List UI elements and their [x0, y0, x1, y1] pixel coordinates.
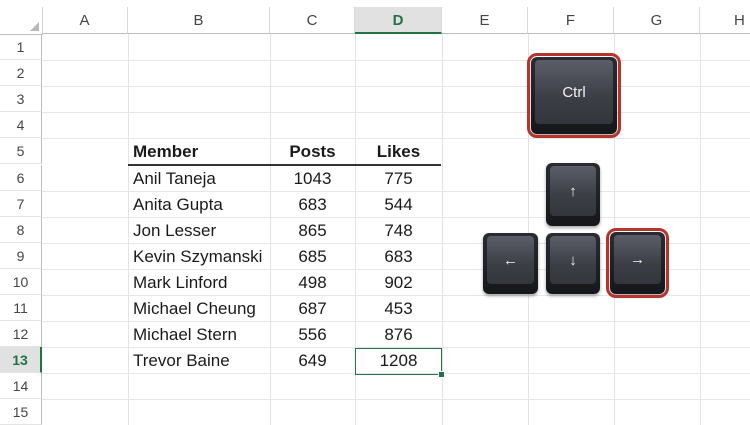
header-cell-likes[interactable]: Likes: [355, 139, 442, 165]
row-header-6[interactable]: 6: [0, 165, 42, 191]
cell-posts[interactable]: 649: [270, 348, 355, 374]
gridline: [700, 34, 701, 425]
cell-posts[interactable]: 687: [270, 296, 355, 322]
select-all-corner[interactable]: [0, 7, 43, 35]
row-header-12[interactable]: 12: [0, 321, 42, 347]
gridline: [528, 34, 529, 425]
cell-posts[interactable]: 865: [270, 218, 355, 244]
row-header-13[interactable]: 13: [0, 347, 42, 373]
fill-handle[interactable]: [438, 371, 445, 378]
row-header-10[interactable]: 10: [0, 269, 42, 295]
column-header-c[interactable]: C: [270, 7, 355, 34]
arrow-left-key: ←: [483, 233, 538, 294]
row-header-1[interactable]: 1: [0, 34, 42, 60]
gridline: [42, 60, 750, 61]
cell-member[interactable]: Mark Linford: [128, 270, 270, 296]
cell-posts[interactable]: 1043: [270, 166, 355, 192]
cell-member[interactable]: Trevor Baine: [128, 348, 270, 374]
cell-likes[interactable]: 748: [355, 218, 442, 244]
arrow-up-icon: ↑: [550, 166, 596, 216]
cell-likes[interactable]: 775: [355, 166, 442, 192]
column-header-h[interactable]: H: [700, 7, 750, 34]
cell-member[interactable]: Anil Taneja: [128, 166, 270, 192]
cell-member[interactable]: Kevin Szymanski: [128, 244, 270, 270]
gridline: [42, 112, 750, 113]
gridline: [42, 86, 750, 87]
cell-member[interactable]: Anita Gupta: [128, 192, 270, 218]
cell-member[interactable]: Jon Lesser: [128, 218, 270, 244]
ctrl-key: Ctrl: [527, 53, 621, 138]
row-header-5[interactable]: 5: [0, 138, 42, 164]
column-header-d[interactable]: D: [355, 7, 442, 34]
cell-posts[interactable]: 498: [270, 270, 355, 296]
column-header-f[interactable]: F: [528, 7, 614, 34]
arrow-left-icon: ←: [487, 236, 534, 284]
cell-likes[interactable]: 902: [355, 270, 442, 296]
cell-likes[interactable]: 453: [355, 296, 442, 322]
gridline: [442, 34, 443, 425]
row-header-8[interactable]: 8: [0, 217, 42, 243]
row-header-7[interactable]: 7: [0, 191, 42, 217]
column-header-g[interactable]: G: [614, 7, 700, 34]
row-header-9[interactable]: 9: [0, 243, 42, 269]
arrow-right-icon: →: [614, 235, 661, 284]
header-cell-posts[interactable]: Posts: [270, 139, 355, 165]
arrow-down-key: ↓: [546, 233, 600, 294]
header-cell-member[interactable]: Member: [128, 139, 270, 165]
arrow-up-key: ↑: [546, 163, 600, 226]
active-cell-border: [355, 348, 442, 375]
arrow-right-key: →: [606, 228, 669, 298]
select-all-triangle-icon: [30, 22, 39, 31]
arrow-down-icon: ↓: [550, 236, 596, 284]
gridline: [42, 399, 750, 400]
spreadsheet-grid: A B C D E F G H 1 2 3 4 5 6 7 8 9 10 11 …: [0, 0, 750, 425]
row-header-15[interactable]: 15: [0, 399, 42, 425]
cell-likes[interactable]: 876: [355, 322, 442, 348]
column-header-row: A B C D E F G H: [0, 7, 750, 35]
row-header-4[interactable]: 4: [0, 112, 42, 138]
cell-member[interactable]: Michael Stern: [128, 322, 270, 348]
row-header-14[interactable]: 14: [0, 373, 42, 399]
cell-posts[interactable]: 685: [270, 244, 355, 270]
ctrl-key-label: Ctrl: [535, 60, 613, 124]
row-header-2[interactable]: 2: [0, 60, 42, 86]
row-header-11[interactable]: 11: [0, 295, 42, 321]
column-header-a[interactable]: A: [42, 7, 128, 34]
column-header-e[interactable]: E: [442, 7, 528, 34]
row-header-3[interactable]: 3: [0, 86, 42, 112]
column-header-b[interactable]: B: [128, 7, 270, 34]
cell-likes[interactable]: 683: [355, 244, 442, 270]
cell-likes[interactable]: 544: [355, 192, 442, 218]
cell-posts[interactable]: 683: [270, 192, 355, 218]
cell-member[interactable]: Michael Cheung: [128, 296, 270, 322]
cell-posts[interactable]: 556: [270, 322, 355, 348]
